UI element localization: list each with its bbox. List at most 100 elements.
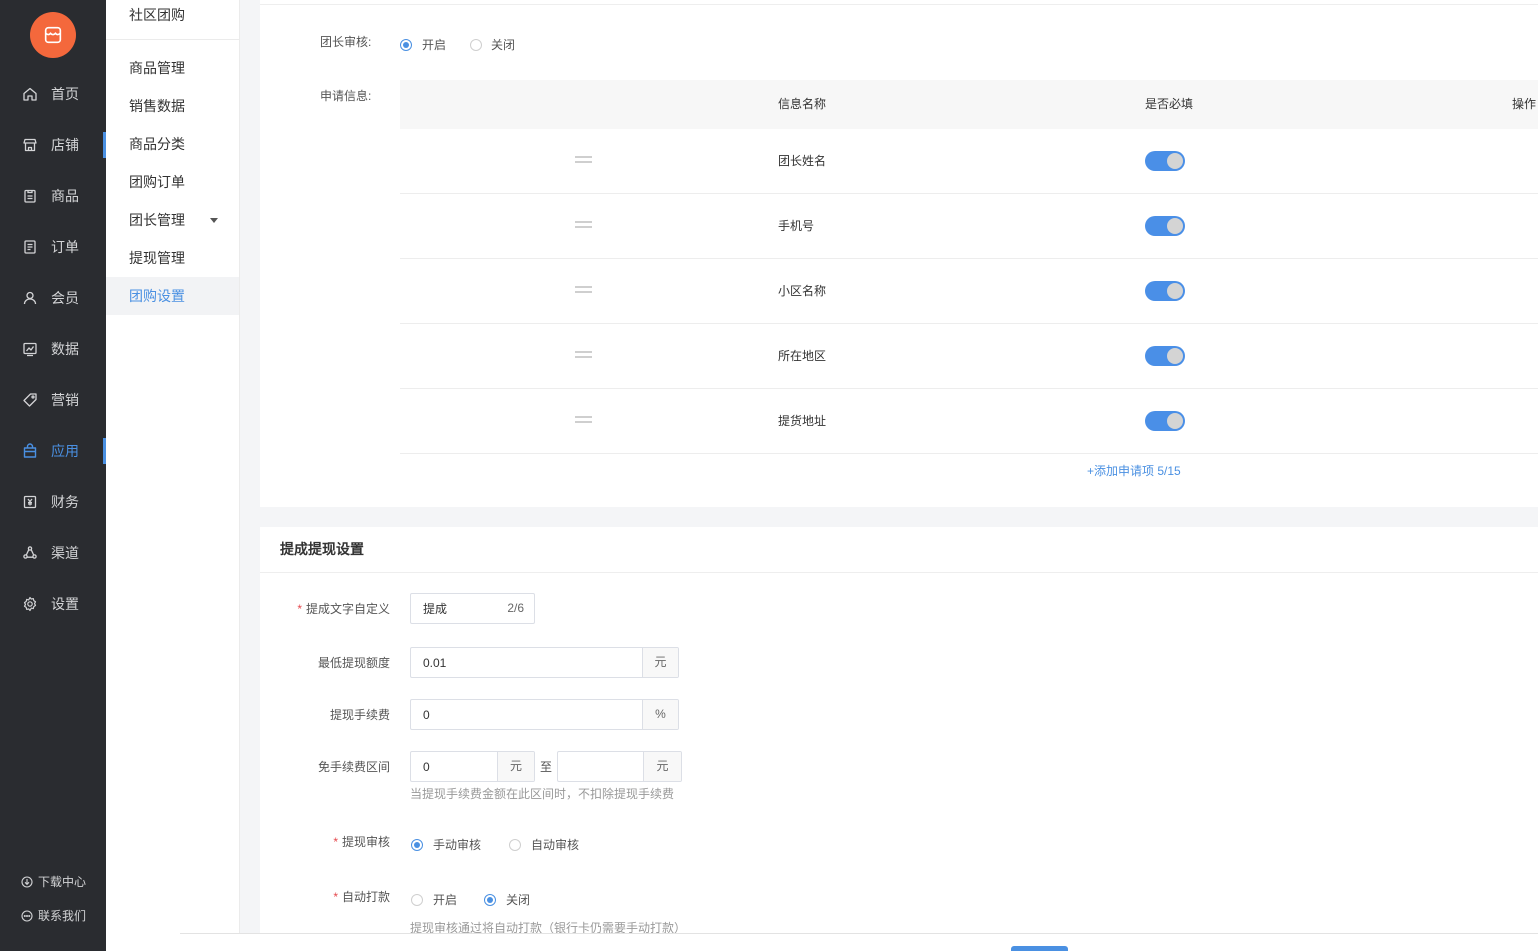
radio-circle: [400, 39, 412, 51]
nav-item-settings[interactable]: 设置: [0, 584, 106, 624]
unit-addon: 元: [643, 752, 681, 781]
divider: [260, 572, 1538, 573]
required-star: *: [333, 835, 338, 849]
finance-icon: [22, 494, 38, 510]
free-range-to-input[interactable]: [558, 752, 643, 781]
commission-text-input[interactable]: [411, 594, 508, 623]
min-amount-input[interactable]: [411, 648, 642, 677]
table-row: 所在地区: [400, 324, 1538, 389]
table-row: 团长姓名: [400, 129, 1538, 194]
char-counter: 2/6: [507, 601, 524, 615]
table-row: 提货地址: [400, 389, 1538, 454]
nav-item-home[interactable]: 首页: [0, 74, 106, 114]
toggle-knob: [1167, 413, 1183, 429]
toggle-knob: [1167, 218, 1183, 234]
fee-input[interactable]: [411, 700, 642, 729]
apply-info-label: 申请信息:: [320, 89, 372, 103]
nav-item-shop[interactable]: 店铺: [0, 125, 106, 165]
fee-label: *提现手续费: [329, 708, 390, 722]
unit-addon: 元: [497, 752, 534, 781]
withdraw-audit-label: * 提现审核: [333, 835, 390, 849]
apply-info-table: 信息名称 是否必填 操作 团长姓名 手机号 小区名称 所在地区 提货地址: [400, 80, 1538, 455]
column-header-name: 信息名称: [778, 97, 827, 111]
drag-handle-icon[interactable]: [575, 351, 592, 359]
table-header: 信息名称 是否必填 操作: [400, 80, 1538, 129]
column-header-actions: 操作: [1512, 97, 1537, 111]
save-button[interactable]: [1011, 946, 1068, 951]
radio-circle: [509, 839, 521, 851]
main-sidebar: 首页 店铺 商品 订单 会员 数据 营销 应用 财务 渠道 设置 下载中心 联系…: [0, 0, 106, 951]
drag-handle-icon[interactable]: [575, 286, 592, 294]
download-center-link[interactable]: 下载中心: [0, 872, 106, 892]
free-range-hint: 当提现手续费金额在此区间时，不扣除提现手续费: [410, 787, 675, 801]
toggle-knob: [1167, 348, 1183, 364]
min-amount-field: 元: [410, 647, 679, 678]
nav-item-data[interactable]: 数据: [0, 329, 106, 369]
required-star: *: [297, 602, 302, 616]
radio-circle: [484, 894, 496, 906]
unit-addon: %: [642, 700, 678, 729]
subnav-item-goods-category[interactable]: 商品分类: [106, 125, 239, 163]
toggle-knob: [1167, 283, 1183, 299]
min-amount-label: *最低提现额度: [317, 656, 390, 670]
subnav-title: 社区团购: [106, 0, 239, 40]
drag-handle-icon[interactable]: [575, 156, 592, 164]
commission-text-label: * 提成文字自定义: [297, 602, 390, 616]
fee-field: %: [410, 699, 679, 730]
chat-icon: [21, 910, 33, 922]
contact-us-link[interactable]: 联系我们: [0, 906, 106, 926]
data-chart-icon: [22, 341, 38, 357]
table-row: 小区名称: [400, 259, 1538, 324]
leader-audit-label: 团长审核:: [320, 35, 372, 49]
order-icon: [22, 239, 38, 255]
gear-icon: [22, 596, 38, 612]
nav-item-goods[interactable]: 商品: [0, 176, 106, 216]
drag-handle-icon[interactable]: [575, 416, 592, 424]
subnav-item-withdraw-manage[interactable]: 提现管理: [106, 239, 239, 277]
tag-icon: [22, 392, 38, 408]
download-icon: [21, 876, 33, 888]
nav-item-channel[interactable]: 渠道: [0, 533, 106, 573]
radio-circle: [411, 894, 423, 906]
free-range-from-input[interactable]: [411, 752, 497, 781]
goods-icon: [22, 188, 38, 204]
subnav-item-group-orders[interactable]: 团购订单: [106, 163, 239, 201]
drag-handle-icon[interactable]: [575, 221, 592, 229]
unit-addon: 元: [642, 648, 678, 677]
subnav-item-group-settings[interactable]: 团购设置: [106, 277, 239, 315]
divider: [260, 4, 1538, 5]
sub-sidebar: 社区团购 商品管理 销售数据 商品分类 团购订单 团长管理 提现管理 团购设置: [106, 0, 240, 951]
required-star: *: [333, 890, 338, 904]
app-bag-icon: [22, 443, 38, 459]
subnav-item-goods-manage[interactable]: 商品管理: [106, 49, 239, 87]
subnav-item-leader-manage[interactable]: 团长管理: [106, 201, 239, 239]
channel-icon: [22, 545, 38, 561]
add-apply-item-link[interactable]: +添加申请项 5/15: [1087, 463, 1181, 479]
required-toggle[interactable]: [1145, 281, 1185, 301]
required-toggle[interactable]: [1145, 216, 1185, 236]
chevron-down-icon[interactable]: [210, 218, 218, 223]
table-row: 手机号: [400, 194, 1538, 259]
toggle-knob: [1167, 153, 1183, 169]
required-toggle[interactable]: [1145, 411, 1185, 431]
column-header-required: 是否必填: [1145, 97, 1194, 111]
shop-icon: [22, 137, 38, 153]
commission-text-field: 2/6: [410, 593, 535, 624]
nav-item-marketing[interactable]: 营销: [0, 380, 106, 420]
radio-circle: [411, 839, 423, 851]
subnav-item-sales-data[interactable]: 销售数据: [106, 87, 239, 125]
nav-item-order[interactable]: 订单: [0, 227, 106, 267]
home-icon: [22, 86, 38, 102]
required-toggle[interactable]: [1145, 151, 1185, 171]
free-range-from-field: 元: [410, 751, 535, 782]
nav-item-member[interactable]: 会员: [0, 278, 106, 318]
member-icon: [22, 290, 38, 306]
nav-item-apps[interactable]: 应用: [0, 431, 106, 471]
required-toggle[interactable]: [1145, 346, 1185, 366]
free-range-to-field: 元: [557, 751, 682, 782]
range-separator: 至: [540, 760, 553, 774]
nav-item-finance[interactable]: 财务: [0, 482, 106, 522]
action-footer: [180, 933, 1538, 951]
store-logo-icon[interactable]: [30, 12, 76, 58]
withdraw-settings-card: 提成提现设置 *提成文字自定义 2/6 *最低提现额度 元 *提现手续费 % *…: [260, 527, 1538, 951]
